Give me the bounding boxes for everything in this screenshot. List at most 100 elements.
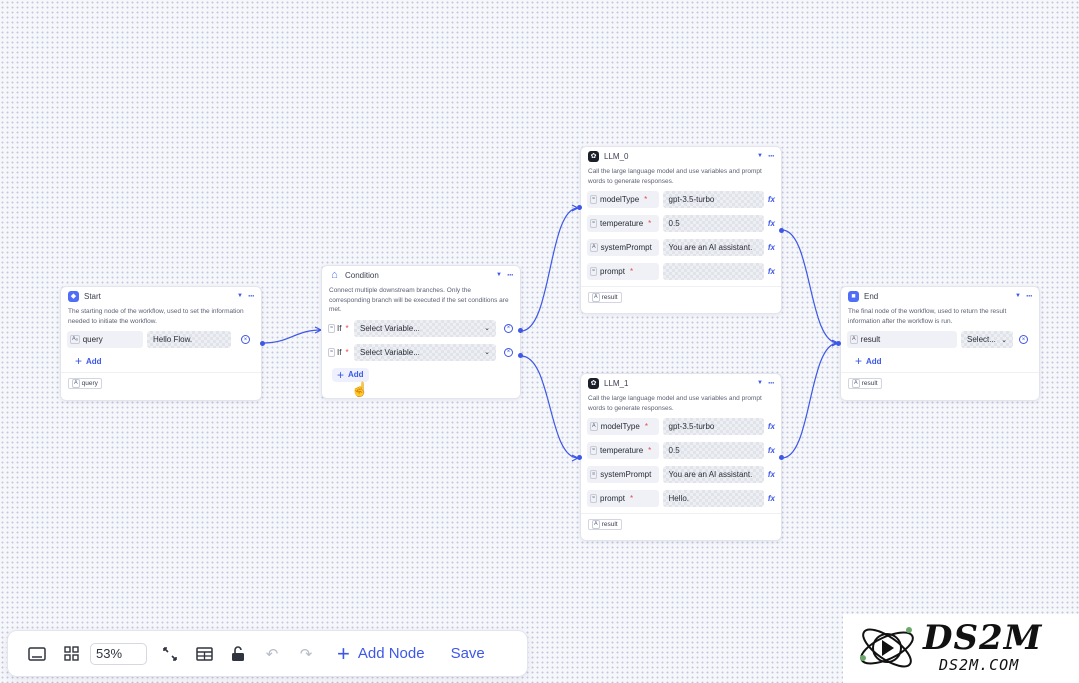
edge-llm1-end xyxy=(781,342,839,459)
remove-icon[interactable]: × xyxy=(241,335,250,344)
output-tag: A result xyxy=(588,292,622,303)
logo-text: DS2M xyxy=(923,618,1043,658)
more-icon[interactable]: ··· xyxy=(507,270,514,280)
llm-node[interactable]: ✿ LLM_1 ▼ ··· Call the large language mo… xyxy=(580,373,782,541)
param-name[interactable]: A result xyxy=(847,331,957,348)
function-icon[interactable]: fx xyxy=(768,494,775,503)
input-port[interactable] xyxy=(577,455,582,460)
remove-icon[interactable]: × xyxy=(504,347,513,357)
param-name: ≈ temperature * xyxy=(587,215,659,232)
edge-llm0-end xyxy=(781,229,839,344)
chevron-down-icon[interactable]: ▼ xyxy=(1015,293,1021,299)
hand-cursor-icon: ☝ xyxy=(351,381,369,397)
param-value-input[interactable]: You are an AI assistant. xyxy=(663,466,764,483)
param-value-input[interactable]: 0.5 xyxy=(663,442,764,459)
openai-icon: ✿ xyxy=(588,150,599,162)
text-type-icon: Aₐ xyxy=(70,335,80,344)
function-icon[interactable]: fx xyxy=(768,219,775,228)
select-variable-dropdown[interactable]: Select Variable... ⌄ xyxy=(354,343,496,361)
layout-grid-icon[interactable] xyxy=(54,639,88,669)
select-dropdown[interactable]: Select... ⌄ xyxy=(961,331,1013,348)
more-icon[interactable]: ··· xyxy=(768,378,775,388)
unlock-icon[interactable] xyxy=(221,639,255,669)
more-icon[interactable]: ··· xyxy=(248,291,255,301)
required-marker: * xyxy=(345,347,349,357)
input-port[interactable] xyxy=(836,341,841,346)
required-marker: * xyxy=(644,422,648,431)
fit-view-icon[interactable] xyxy=(153,639,187,669)
required-marker: * xyxy=(648,219,652,228)
output-port[interactable] xyxy=(518,328,523,333)
text-type-icon: A xyxy=(592,293,600,302)
param-value-input[interactable]: Hello. xyxy=(663,490,764,507)
chevron-down-icon[interactable]: ▼ xyxy=(237,293,243,299)
type-icon: ≈ xyxy=(590,446,598,455)
bottom-toolbar: 53% ↶ ↷ + Add Node Save xyxy=(7,630,528,677)
text-type-icon: A xyxy=(852,379,860,388)
type-icon: ≡ xyxy=(590,470,598,479)
redo-icon[interactable]: ↷ xyxy=(289,639,323,669)
add-param-button[interactable]: + Add xyxy=(841,354,1039,368)
required-marker: * xyxy=(644,195,648,204)
condition-node[interactable]: ⌂ Condition ▼ ··· Connect multiple downs… xyxy=(321,265,521,399)
end-node[interactable]: ■ End ▼ ··· The final node of the workfl… xyxy=(840,286,1040,401)
llm-node[interactable]: ✿ LLM_0 ▼ ··· Call the large language mo… xyxy=(580,146,782,314)
watermark-logo: DS2M DS2M.COM xyxy=(843,614,1079,683)
node-description: Call the large language model and use va… xyxy=(588,395,762,412)
add-node-button[interactable]: + Add Node xyxy=(337,641,425,667)
remove-icon[interactable]: × xyxy=(1019,335,1028,344)
function-icon[interactable]: fx xyxy=(768,446,775,455)
select-variable-dropdown[interactable]: Select Variable... ⌄ xyxy=(354,319,496,337)
param-name[interactable]: Aₐ query xyxy=(67,331,143,348)
function-icon[interactable]: fx xyxy=(768,470,775,479)
param-value-input[interactable] xyxy=(663,263,764,280)
param-value-input[interactable]: Hello Flow. xyxy=(147,331,231,348)
text-type-icon: A xyxy=(592,520,600,529)
param-name: AmodelType * xyxy=(587,418,659,435)
param-name: ≈ prompt * xyxy=(587,263,659,280)
function-icon[interactable]: fx xyxy=(768,267,775,276)
function-icon[interactable]: fx xyxy=(768,243,775,252)
minimap-icon[interactable] xyxy=(20,639,54,669)
param-value-input[interactable]: gpt-3.5-turbo xyxy=(663,418,764,435)
workflow-canvas[interactable]: ◆ Start ▼ ··· The starting node of the w… xyxy=(0,0,1079,683)
param-name: ≡ systemPrompt xyxy=(587,466,659,483)
edge-condition-llm0 xyxy=(520,207,579,332)
function-icon[interactable]: fx xyxy=(768,195,775,204)
more-icon[interactable]: ··· xyxy=(1026,291,1033,301)
zoom-input[interactable]: 53% xyxy=(90,642,147,665)
add-param-button[interactable]: + Add xyxy=(61,354,261,368)
param-value-input[interactable]: gpt-3.5-turbo xyxy=(663,191,764,208)
type-icon: A xyxy=(590,422,598,431)
type-icon: A xyxy=(590,243,598,252)
required-marker: * xyxy=(345,323,349,333)
input-port[interactable] xyxy=(577,205,582,210)
undo-icon[interactable]: ↶ xyxy=(255,639,289,669)
function-icon[interactable]: fx xyxy=(768,422,775,431)
start-node[interactable]: ◆ Start ▼ ··· The starting node of the w… xyxy=(60,286,262,401)
output-tag: A result xyxy=(588,519,622,530)
param-value-input[interactable]: 0.5 xyxy=(663,215,764,232)
condition-type-icon: ≈ xyxy=(328,347,336,357)
output-tag: A result xyxy=(848,378,882,389)
table-icon[interactable] xyxy=(187,639,221,669)
output-port[interactable] xyxy=(518,353,523,358)
param-value-input[interactable]: You are an AI assistant. xyxy=(663,239,764,256)
plus-icon: + xyxy=(75,354,83,368)
output-port[interactable] xyxy=(260,341,265,346)
chevron-down-icon[interactable]: ▼ xyxy=(757,380,763,386)
save-button[interactable]: Save xyxy=(451,645,485,662)
branch-icon: ⌂ xyxy=(331,269,338,281)
atom-logo-icon xyxy=(860,627,914,668)
node-title: End xyxy=(864,291,879,301)
end-icon: ■ xyxy=(848,290,859,302)
node-title: Start xyxy=(84,291,101,301)
chevron-down-icon[interactable]: ▼ xyxy=(757,153,763,159)
output-tag: A query xyxy=(68,378,102,389)
more-icon[interactable]: ··· xyxy=(768,151,775,161)
remove-icon[interactable]: × xyxy=(504,323,513,333)
output-port[interactable] xyxy=(779,228,784,233)
text-type-icon: A xyxy=(850,335,858,344)
chevron-down-icon[interactable]: ▼ xyxy=(496,272,502,278)
output-port[interactable] xyxy=(779,455,784,460)
